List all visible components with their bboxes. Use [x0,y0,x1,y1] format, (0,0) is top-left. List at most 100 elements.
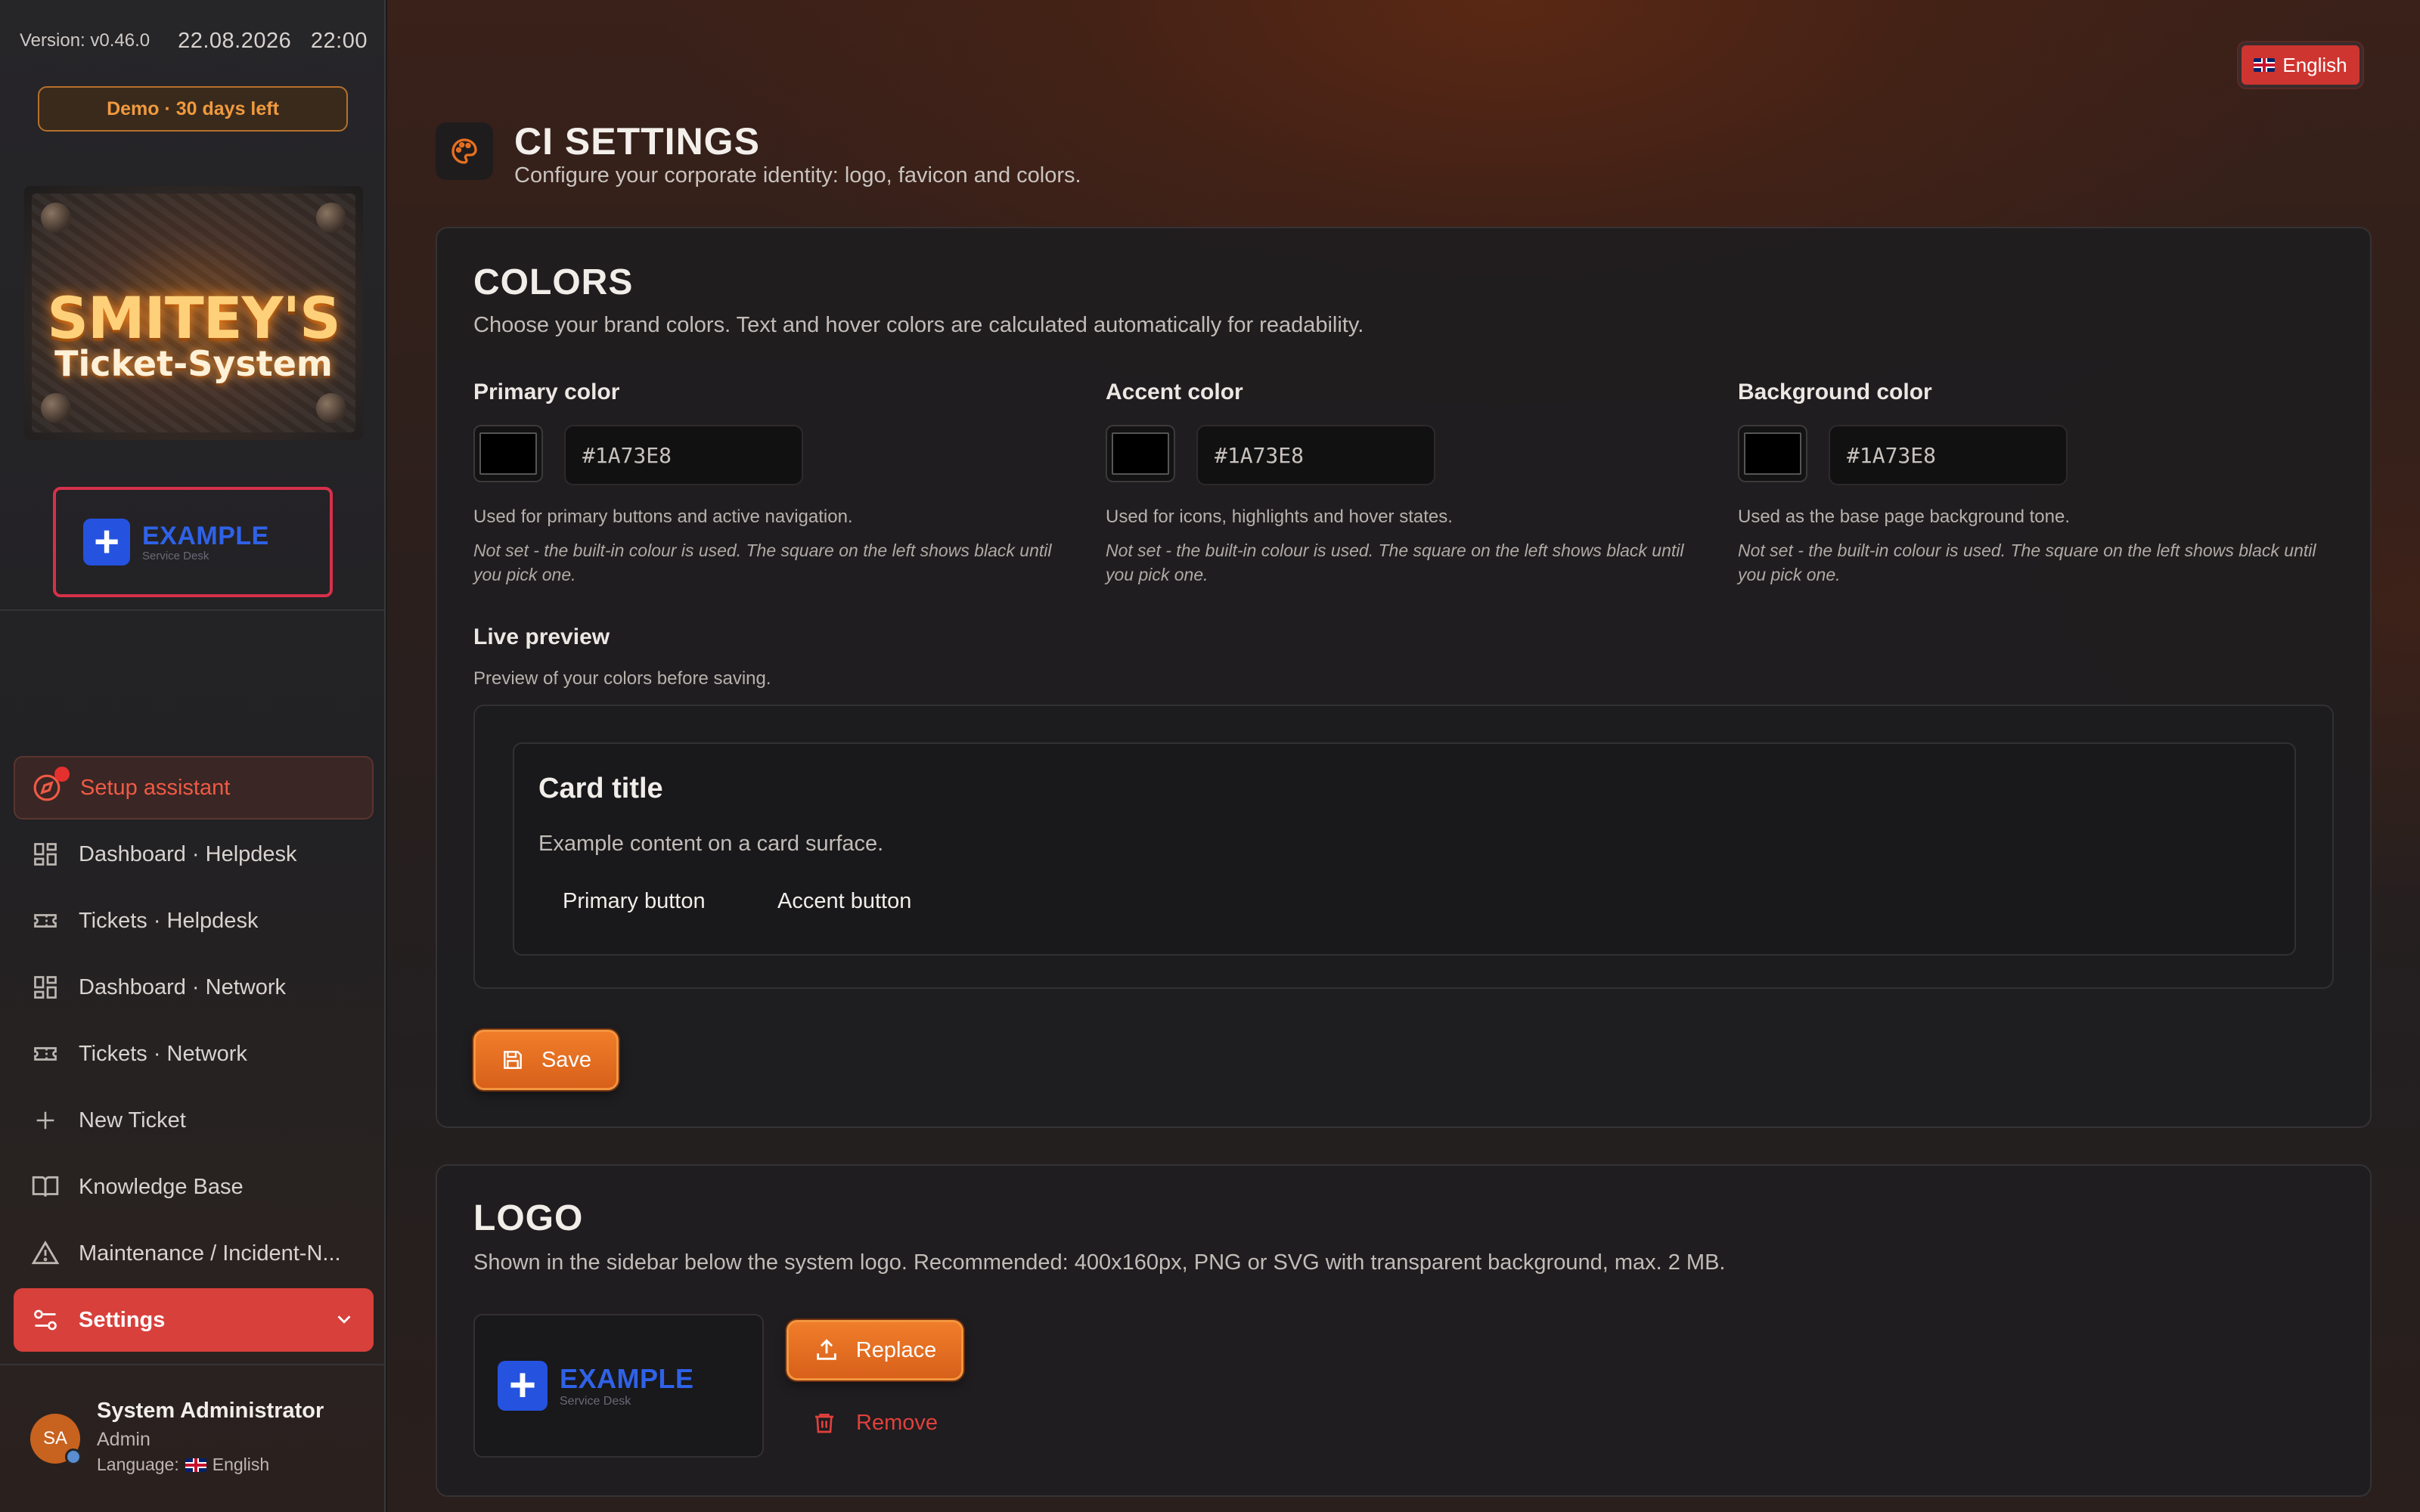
client-logo[interactable]: + EXAMPLE Service Desk [53,487,333,597]
logo-preview-tagline: Service Desk [560,1395,631,1408]
grid-icon [30,839,60,869]
background-color-field: Background color #1A73E8 Used as the bas… [1738,380,2343,587]
client-logo-tagline: Service Desk [142,550,209,562]
color-swatch [479,432,537,475]
field-label: Accent color [1106,380,1243,404]
replace-logo-button[interactable]: Replace [786,1320,963,1380]
sidebar-header: Version: v0.46.0 22.08.2026 22:00 [20,27,368,54]
accent-color-picker[interactable] [1106,425,1175,482]
preview-primary-button[interactable]: Primary button [563,885,706,918]
sidebar: Version: v0.46.0 22.08.2026 22:00 Demo ·… [0,0,386,1512]
upload-icon [814,1337,839,1363]
accent-color-input[interactable]: #1A73E8 [1196,425,1435,485]
sidebar-item-label: Knowledge Base [79,1174,244,1199]
ticket-icon [30,906,60,936]
sidebar-item-new-ticket[interactable]: New Ticket [14,1089,374,1152]
replace-label: Replace [855,1337,937,1362]
sidebar-item-settings[interactable]: Settings [14,1288,374,1352]
system-logo-title: SMITEY'S [47,284,340,352]
section-title: LOGO [473,1198,584,1238]
user-panel[interactable]: SA System Administrator Admin Language: … [0,1364,384,1512]
page-title: CI SETTINGS [514,120,760,163]
sidebar-item-tickets-network[interactable]: Tickets · Network [14,1022,374,1086]
ticket-icon [30,1039,60,1069]
field-note: Not set - the built-in colour is used. T… [1738,541,2316,584]
sidebar-item-label: Dashboard · Helpdesk [79,841,297,866]
field-note: Not set - the built-in colour is used. T… [473,541,1052,584]
language-button-label: English [2282,53,2347,76]
sidebar-item-dashboard-network[interactable]: Dashboard · Network [14,956,374,1019]
sidebar-item-maintenance[interactable]: Maintenance / Incident-N... [14,1222,374,1285]
save-icon [501,1048,525,1072]
bolt-icon [316,393,346,423]
sidebar-item-tickets-helpdesk[interactable]: Tickets · Helpdesk [14,889,374,953]
avatar: SA [30,1414,82,1465]
language-label: Language: [97,1455,179,1474]
field-help: Used for icons, highlights and hover sta… [1106,507,1453,527]
date-label: 22.08.2026 [178,28,292,53]
user-name: System Administrator [97,1399,324,1423]
sidebar-item-label: Setup assistant [80,775,231,800]
grid-icon [30,972,60,1002]
primary-color-field: Primary color #1A73E8 Used for primary b… [473,380,1078,587]
section-title: COLORS [473,262,634,302]
language-switch-button[interactable]: English [2238,42,2363,88]
primary-color-input[interactable]: #1A73E8 [564,425,803,485]
palette-icon [436,122,493,180]
main-content: English CI SETTINGS Configure your corpo… [387,0,2420,1512]
trash-icon [812,1411,836,1435]
colors-card: COLORS Choose your brand colors. Text an… [436,227,2372,1128]
save-button[interactable]: Save [473,1030,619,1090]
primary-color-picker[interactable] [473,425,543,482]
save-label: Save [541,1047,592,1072]
language-value: English [212,1455,270,1474]
sidebar-item-label: Tickets · Network [79,1041,247,1066]
field-label: Primary color [473,380,620,404]
client-logo-text: EXAMPLE Service Desk [142,522,269,562]
notification-dot [54,767,70,782]
logo-card: LOGO Shown in the sidebar below the syst… [436,1164,2372,1497]
warning-icon [30,1238,60,1269]
field-note: Not set - the built-in colour is used. T… [1106,541,1684,584]
uk-flag-icon [2254,58,2276,72]
preview-card-title: Card title [538,773,663,804]
logo-preview-text: EXAMPLE Service Desk [560,1363,694,1408]
client-logo-name: EXAMPLE [142,522,269,550]
sidebar-item-setup-assistant[interactable]: Setup assistant [14,756,374,820]
version-label: Version: v0.46.0 [20,30,150,51]
background-color-input[interactable]: #1A73E8 [1829,425,2068,485]
field-help: Used for primary buttons and active navi… [473,507,853,527]
plus-icon: + [83,519,130,565]
color-swatch [1744,432,1801,475]
page-subtitle: Configure your corporate identity: logo,… [514,163,1081,187]
system-logo[interactable]: SMITEY'S Ticket-System [24,186,363,440]
bolt-icon [41,393,71,423]
field-help: Used as the base page background tone. [1738,507,2070,527]
demo-badge[interactable]: Demo · 30 days left [38,86,348,132]
sidebar-item-label: New Ticket [79,1108,186,1132]
sidebar-item-label: Tickets · Helpdesk [79,908,259,933]
status-indicator [65,1448,82,1465]
live-preview-label: Live preview [473,624,610,649]
plus-icon: + [498,1361,548,1411]
logo-preview: + EXAMPLE Service Desk [473,1314,764,1458]
chevron-down-icon [333,1308,355,1337]
preview-card-text: Example content on a card surface. [538,832,884,856]
preview-accent-button[interactable]: Accent button [777,885,911,918]
sidebar-item-knowledge-base[interactable]: Knowledge Base [14,1155,374,1219]
sliders-icon [30,1305,60,1335]
sidebar-item-label: Maintenance / Incident-N... [79,1241,341,1266]
field-label: Background color [1738,380,1932,404]
color-swatch [1112,432,1169,475]
bolt-icon [41,203,71,233]
time-label: 22:00 [310,28,368,53]
sidebar-item-dashboard-helpdesk[interactable]: Dashboard · Helpdesk [14,823,374,886]
book-icon [30,1172,60,1202]
section-description: Shown in the sidebar below the system lo… [473,1250,1726,1275]
remove-logo-button[interactable]: Remove [786,1393,963,1453]
section-description: Choose your brand colors. Text and hover… [473,313,1364,337]
sidebar-item-label: Settings [79,1307,166,1332]
user-language[interactable]: Language: English [97,1455,269,1475]
logo-preview-name: EXAMPLE [560,1363,694,1394]
background-color-picker[interactable] [1738,425,1807,482]
